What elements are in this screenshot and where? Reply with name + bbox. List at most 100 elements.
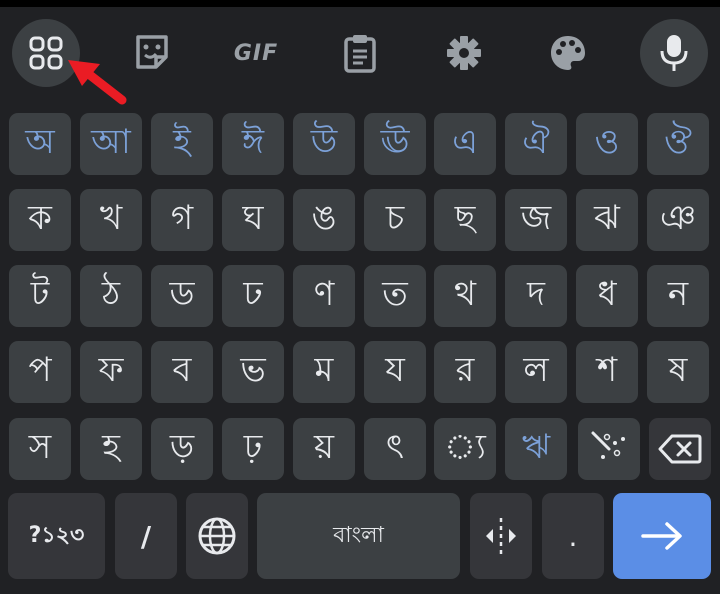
letter-key[interactable]: ঋ — [505, 418, 567, 480]
key-label: ফ — [98, 349, 124, 390]
vowel-key[interactable]: ও — [576, 113, 638, 175]
letter-key[interactable]: ঠ — [80, 265, 142, 327]
key-label: ব — [172, 349, 192, 390]
key-label: ভ — [240, 349, 266, 390]
letter-key[interactable]: স — [9, 418, 71, 480]
voice-input-button[interactable] — [640, 19, 708, 87]
period-key[interactable]: . — [542, 493, 604, 579]
letter-key[interactable]: ক — [9, 189, 71, 251]
vowel-key[interactable]: ই — [151, 113, 213, 175]
vowel-key[interactable]: আ — [80, 113, 142, 175]
key-label: য় — [313, 426, 335, 467]
enter-key[interactable] — [613, 493, 711, 579]
key-label: ম — [314, 349, 334, 390]
letter-key[interactable]: ছ — [434, 189, 496, 251]
key-label: ছ — [454, 197, 476, 238]
slash-key-label: / — [140, 519, 152, 553]
key-label: ক — [28, 197, 52, 238]
letter-key[interactable]: ত — [364, 265, 426, 327]
key-label: প — [28, 349, 52, 390]
letter-key[interactable]: চ — [364, 189, 426, 251]
cursor-control-key[interactable] — [470, 493, 532, 579]
letter-key[interactable]: ড — [151, 265, 213, 327]
letter-key[interactable]: ব — [151, 341, 213, 403]
key-label: ৎ — [385, 426, 405, 467]
key-label: ঙ — [311, 197, 337, 238]
settings-button[interactable] — [438, 29, 490, 77]
letter-key[interactable]: ষ — [647, 341, 709, 403]
letter-key[interactable]: খ — [80, 189, 142, 251]
letter-key[interactable]: দ — [505, 265, 567, 327]
key-label: ঈ — [241, 121, 265, 162]
letter-key[interactable]: ণ — [293, 265, 355, 327]
key-label: ঝ — [594, 197, 620, 238]
letter-key[interactable]: ঢ় — [222, 418, 284, 480]
clipboard-icon — [344, 35, 376, 73]
key-label: ন — [667, 273, 689, 314]
vowel-key[interactable]: ঊ — [364, 113, 426, 175]
key-label: খ — [99, 197, 123, 238]
sticker-button[interactable] — [124, 29, 180, 77]
vowel-key[interactable]: ঐ — [505, 113, 567, 175]
key-label: ড — [169, 273, 195, 314]
letter-key[interactable]: ঢ — [222, 265, 284, 327]
vowel-key[interactable]: ঔ — [647, 113, 709, 175]
key-label: এ — [452, 121, 478, 162]
key-label: ধ — [597, 273, 617, 314]
key-label: আ — [91, 121, 131, 162]
palette-icon — [551, 36, 585, 70]
letter-key[interactable]: শ — [576, 341, 638, 403]
theme-button[interactable] — [542, 29, 594, 77]
letter-key[interactable]: ধ — [576, 265, 638, 327]
letter-key[interactable]: ড় — [151, 418, 213, 480]
clipboard-button[interactable] — [334, 29, 386, 77]
slash-key[interactable]: / — [115, 493, 177, 579]
letter-key[interactable]: জ — [505, 189, 567, 251]
letter-key[interactable]: ঘ — [222, 189, 284, 251]
letter-key[interactable]: প — [9, 341, 71, 403]
letter-key[interactable]: ঙ — [293, 189, 355, 251]
letter-key[interactable]: গ — [151, 189, 213, 251]
key-label: গ — [170, 197, 194, 238]
apps-grid-icon — [29, 36, 63, 70]
period-key-label: . — [568, 519, 578, 553]
letter-key[interactable]: ৎ — [364, 418, 426, 480]
backspace-key[interactable] — [649, 418, 711, 480]
letter-key[interactable]: য — [364, 341, 426, 403]
vowel-key[interactable]: ঈ — [222, 113, 284, 175]
key-label: দ — [527, 273, 545, 314]
language-switch-key[interactable] — [186, 493, 248, 579]
key-label: ঘ — [242, 197, 264, 238]
annotation-arrow — [68, 60, 127, 105]
key-label: জ — [520, 197, 552, 238]
letter-key[interactable]: ঝ — [576, 189, 638, 251]
letter-key[interactable]: ফ — [80, 341, 142, 403]
gif-button[interactable]: GIF — [226, 29, 286, 77]
letter-key[interactable]: ন — [647, 265, 709, 327]
key-label: ঊ — [380, 121, 410, 162]
letter-key[interactable]: য় — [293, 418, 355, 480]
key-label: হ — [102, 426, 120, 467]
vowel-key[interactable]: এ — [434, 113, 496, 175]
key-label: চ — [385, 197, 405, 238]
vowel-key[interactable]: অ — [9, 113, 71, 175]
vowel-key[interactable]: উ — [293, 113, 355, 175]
letter-key[interactable]: ট — [9, 265, 71, 327]
key-label: স — [28, 426, 52, 467]
letter-key[interactable]: র — [434, 341, 496, 403]
letter-key[interactable]: ল — [505, 341, 567, 403]
key-label: ঢ — [243, 273, 263, 314]
key-label: ট — [30, 273, 50, 314]
key-label: ত — [382, 273, 408, 314]
key-label: ঢ় — [243, 426, 263, 467]
space-bar[interactable]: বাংলা — [257, 493, 460, 579]
letter-key[interactable]: ভ — [222, 341, 284, 403]
letter-key[interactable]: ◌্য — [434, 418, 496, 480]
magic-key[interactable] — [578, 418, 640, 480]
letter-key[interactable]: ঞ — [647, 189, 709, 251]
letter-key[interactable]: হ — [80, 418, 142, 480]
symbols-key[interactable]: ?১২৩ — [8, 493, 105, 579]
arrow-right-icon — [641, 522, 682, 550]
letter-key[interactable]: থ — [434, 265, 496, 327]
letter-key[interactable]: ম — [293, 341, 355, 403]
